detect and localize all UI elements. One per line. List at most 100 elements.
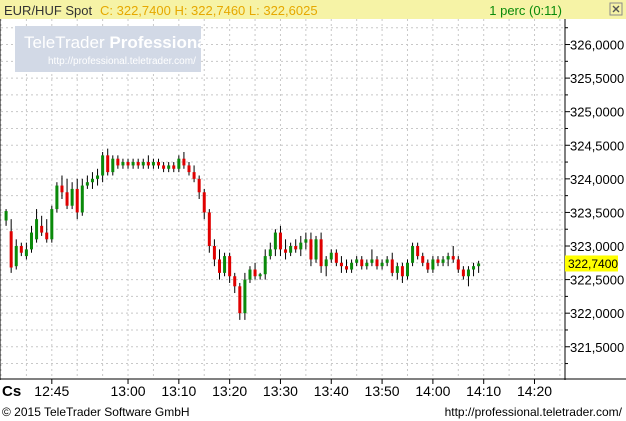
candle-body (426, 262, 430, 270)
candle-body (294, 246, 298, 250)
candle-body (131, 162, 135, 166)
candle-body (431, 259, 435, 270)
candle-body (456, 259, 460, 270)
candle-body (441, 259, 445, 263)
x-tick-label: 13:00 (111, 383, 146, 399)
candle (243, 272, 247, 320)
y-tick-label: 324,0000 (570, 172, 624, 187)
candle-body (19, 246, 23, 253)
candle-body (466, 269, 470, 277)
candle-body (106, 155, 110, 173)
x-tick-label: 14:20 (517, 383, 552, 399)
candle-body (238, 286, 242, 314)
candle-body (4, 211, 8, 221)
x-axis-corner-label: Cs (2, 383, 21, 400)
watermark-url: http://professional.teletrader.com/ (48, 56, 196, 67)
candle-body (187, 165, 191, 173)
candle-body (253, 269, 257, 277)
candle-body (400, 266, 404, 277)
x-tick-label: 13:20 (212, 383, 247, 399)
candle-body (126, 162, 130, 166)
footer-url[interactable]: http://professional.teletrader.com/ (445, 405, 623, 419)
candle-body (289, 246, 293, 253)
candle-body (324, 259, 328, 267)
price-chart: EUR/HUF Spot C: 322,7400 H: 322,7460 L: … (0, 0, 626, 421)
candle-body (248, 269, 252, 280)
candle-body (263, 256, 267, 275)
x-tick-label: 14:10 (466, 383, 501, 399)
teletrader-watermark: TeleTrader Professional http://professio… (15, 26, 211, 72)
x-tick-label: 13:40 (314, 383, 349, 399)
x-tick-label: 13:50 (365, 383, 400, 399)
candle-body (350, 262, 354, 270)
candle-body (217, 259, 221, 273)
candle-body (258, 274, 262, 277)
candle-body (101, 155, 105, 176)
candle-body (90, 178, 94, 183)
candle-body (299, 242, 303, 250)
candle-body (24, 249, 28, 257)
candle-body (151, 162, 155, 166)
candle-body (29, 232, 33, 250)
candle-body (345, 266, 349, 270)
candle-body (207, 212, 211, 247)
y-tick-label: 321,5000 (570, 340, 624, 355)
close-icon[interactable] (609, 2, 623, 16)
candle-body (60, 185, 64, 193)
candle-body (70, 188, 74, 206)
x-tick-label: 12:45 (34, 383, 69, 399)
quote-label: C: 322,7400 H: 322,7460 L: 322,6025 (100, 3, 318, 18)
candle (223, 252, 227, 277)
candle-body (416, 246, 420, 257)
last-price-badge: 322,7400 (565, 255, 618, 272)
y-tick-label: 324,5000 (570, 138, 624, 153)
candle-body (421, 256, 425, 263)
candle-body (197, 178, 201, 193)
candle-body (461, 269, 465, 277)
candle-body (365, 262, 369, 267)
candle-body (136, 162, 140, 166)
candle-body (375, 259, 379, 267)
candle-body (278, 232, 282, 250)
candle-body (243, 279, 247, 314)
candle-body (85, 182, 89, 186)
candle-body (314, 239, 318, 260)
candle-body (390, 259, 394, 273)
candle-body (202, 192, 206, 213)
candle-body (157, 162, 161, 166)
candle-body (80, 185, 84, 213)
candle-body (121, 162, 125, 166)
y-tick-label: 325,0000 (570, 105, 624, 120)
x-tick-label: 14:00 (415, 383, 450, 399)
y-tick-label: 326,0000 (570, 38, 624, 53)
y-tick-label: 322,5000 (570, 273, 624, 288)
candle-body (162, 165, 166, 169)
candle-body (319, 239, 323, 267)
candle-body (334, 252, 338, 263)
candle-body (405, 262, 409, 277)
copyright-label: © 2015 TeleTrader Software GmbH (2, 405, 190, 419)
last-price-label: 322,7400 (568, 257, 618, 271)
candle-body (75, 188, 79, 213)
candle-body (116, 158, 120, 166)
x-tick-label: 13:30 (263, 383, 298, 399)
candle-body (339, 262, 343, 267)
candle-body (40, 225, 44, 233)
x-tick-label: 13:10 (161, 383, 196, 399)
candle-body (50, 209, 54, 240)
candle-body (111, 158, 115, 173)
y-tick-label: 323,0000 (570, 239, 624, 254)
y-tick-label: 322,0000 (570, 306, 624, 321)
candle-body (477, 263, 481, 267)
interval-label: 1 perc (0:11) (489, 3, 562, 18)
candle-body (167, 165, 171, 169)
candle-body (436, 259, 440, 263)
candle-body (309, 239, 313, 260)
candle-body (223, 256, 227, 273)
candle-body (284, 249, 288, 253)
candle-body (233, 276, 237, 287)
candle-body (228, 256, 232, 277)
candle-body (395, 266, 399, 273)
candle-body (192, 172, 196, 179)
candle-body (446, 256, 450, 260)
